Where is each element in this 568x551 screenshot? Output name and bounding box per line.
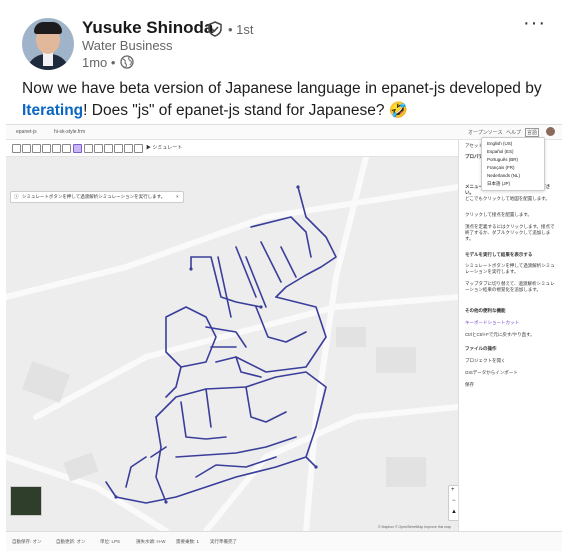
more-options-button[interactable]: ··· bbox=[523, 12, 546, 35]
side-panel: アセット プロパティ メニューから編集ツールを選択してください。 どこでもクリッ… bbox=[458, 140, 562, 531]
app-titlebar: epanet-js hi-sk-style.frm オープンソース ヘルプ 言語 bbox=[6, 125, 562, 140]
satellite-toggle[interactable] bbox=[10, 486, 42, 516]
post-text: Now we have beta version of Japanese lan… bbox=[22, 80, 542, 97]
select-tool-icon[interactable] bbox=[73, 144, 82, 153]
globe-icon bbox=[120, 55, 134, 69]
map-attribution[interactable]: © Mapbox © OpenStreetMap Improve this ma… bbox=[378, 525, 451, 529]
panel-hint: 頂点を定義するにはクリックします。接点で終了するか、ダブルクリックして追加します… bbox=[465, 224, 555, 241]
language-option[interactable]: Español (ES) bbox=[487, 149, 514, 154]
open-project-button[interactable]: プロジェクトを開く bbox=[465, 358, 506, 364]
post-text-end: ! Does "js" of epanet-js stand for Japan… bbox=[83, 102, 409, 119]
compass-icon[interactable]: ▲ bbox=[451, 509, 457, 515]
map-canvas bbox=[6, 157, 458, 531]
panel-hint: マップタブに切り替えて、過渡解析シミュレーション結果の視覚化を追加します。 bbox=[465, 281, 555, 292]
panel-hint: シミュレートボタンを押して過渡解析シミュレーションを実行します。 bbox=[465, 263, 555, 274]
tool-icon[interactable] bbox=[32, 144, 41, 153]
language-option[interactable]: Português (BR) bbox=[487, 157, 518, 162]
info-icon: ⓘ bbox=[14, 194, 19, 199]
toolbar: ▶ シミュレート bbox=[6, 140, 458, 157]
status-item: 損失水頭: H-W bbox=[136, 539, 166, 544]
info-banner: ⓘ シミュレートボタンを押して過渡解析シミュレーションを実行します。 × bbox=[10, 191, 184, 203]
panel-section-title: モデルを実行して結果を表示する bbox=[465, 252, 533, 257]
open-source-link[interactable]: オープンソース bbox=[468, 129, 502, 136]
app-title: epanet-js bbox=[16, 129, 37, 135]
post-time: 1mo • bbox=[82, 55, 116, 70]
valve-tool-icon[interactable] bbox=[134, 144, 143, 153]
language-button[interactable]: 言語 bbox=[525, 128, 540, 137]
simulate-button[interactable]: ▶ シミュレート bbox=[146, 144, 182, 151]
language-option[interactable]: Français (FR) bbox=[487, 165, 515, 170]
status-bar: 自動保存: オン 自動更新: オン 単位: LPS 損失水頭: H-W 需要乗数… bbox=[6, 531, 562, 551]
pipe-tool-icon[interactable] bbox=[94, 144, 103, 153]
verified-shield-icon bbox=[208, 21, 222, 37]
status-item: 自動更新: オン bbox=[56, 539, 86, 544]
banner-text: シミュレートボタンを押して過渡解析シミュレーションを実行します。 bbox=[22, 194, 166, 199]
panel-section-title: その他の便利な機能 bbox=[465, 308, 506, 313]
zoom-out-icon[interactable]: − bbox=[452, 498, 456, 504]
language-option[interactable]: Nederlands (NL) bbox=[487, 173, 520, 178]
tool-icon[interactable] bbox=[62, 144, 71, 153]
zoom-in-icon[interactable]: + bbox=[451, 487, 455, 493]
user-avatar[interactable] bbox=[546, 127, 555, 136]
reservoir-tool-icon[interactable] bbox=[114, 144, 123, 153]
tank-tool-icon[interactable] bbox=[104, 144, 113, 153]
panel-hint: CtrlとCtrl+Fで元に戻す/やり直す。 bbox=[465, 332, 535, 337]
panel-section-title: ファイルの操作 bbox=[465, 346, 497, 351]
pump-tool-icon[interactable] bbox=[124, 144, 133, 153]
linkedin-post: Yusuke Shinoda • 1st Water Business 1mo … bbox=[0, 0, 568, 551]
status-item: 実行準備完了 bbox=[210, 539, 237, 544]
post-body: Now we have beta version of Japanese lan… bbox=[22, 78, 542, 122]
undo-icon[interactable] bbox=[12, 144, 21, 153]
junction-tool-icon[interactable] bbox=[84, 144, 93, 153]
status-item: 需要乗数: 1 bbox=[176, 539, 200, 544]
mention-link[interactable]: Iterating bbox=[22, 102, 83, 119]
save-button[interactable]: 保存 bbox=[465, 382, 474, 388]
language-dropdown: English (US) Español (ES) Português (BR)… bbox=[481, 137, 545, 191]
help-menu[interactable]: ヘルプ bbox=[506, 129, 521, 136]
status-item: 自動保存: オン bbox=[12, 539, 42, 544]
close-icon[interactable]: × bbox=[176, 194, 179, 199]
author-name[interactable]: Yusuke Shinoda bbox=[82, 18, 213, 38]
panel-hint: どこでもクリックして地図を配置します。 bbox=[465, 196, 550, 201]
file-name: hi-sk-style.frm bbox=[54, 129, 86, 135]
simulate-label: シミュレート bbox=[152, 145, 183, 151]
post-image[interactable]: epanet-js hi-sk-style.frm オープンソース ヘルプ 言語… bbox=[6, 124, 562, 551]
tool-icon[interactable] bbox=[42, 144, 51, 153]
language-option-selected[interactable]: 日本語 (JP) bbox=[487, 181, 510, 187]
tool-icon[interactable] bbox=[52, 144, 61, 153]
shortcuts-link[interactable]: キーボードショートカット bbox=[465, 320, 519, 326]
panel-hint: クリックして接点を配置します。 bbox=[465, 212, 532, 217]
author-headline: Water Business bbox=[82, 38, 173, 53]
network-map[interactable]: ⓘ シミュレートボタンを押して過渡解析シミュレーションを実行します。 × bbox=[6, 157, 458, 531]
avatar[interactable] bbox=[22, 18, 74, 70]
redo-icon[interactable] bbox=[22, 144, 31, 153]
language-option[interactable]: English (US) bbox=[487, 141, 512, 146]
status-item: 単位: LPS bbox=[100, 539, 121, 544]
connection-degree: • 1st bbox=[228, 22, 254, 37]
import-gis-button[interactable]: GISデータからインポート bbox=[465, 370, 518, 376]
